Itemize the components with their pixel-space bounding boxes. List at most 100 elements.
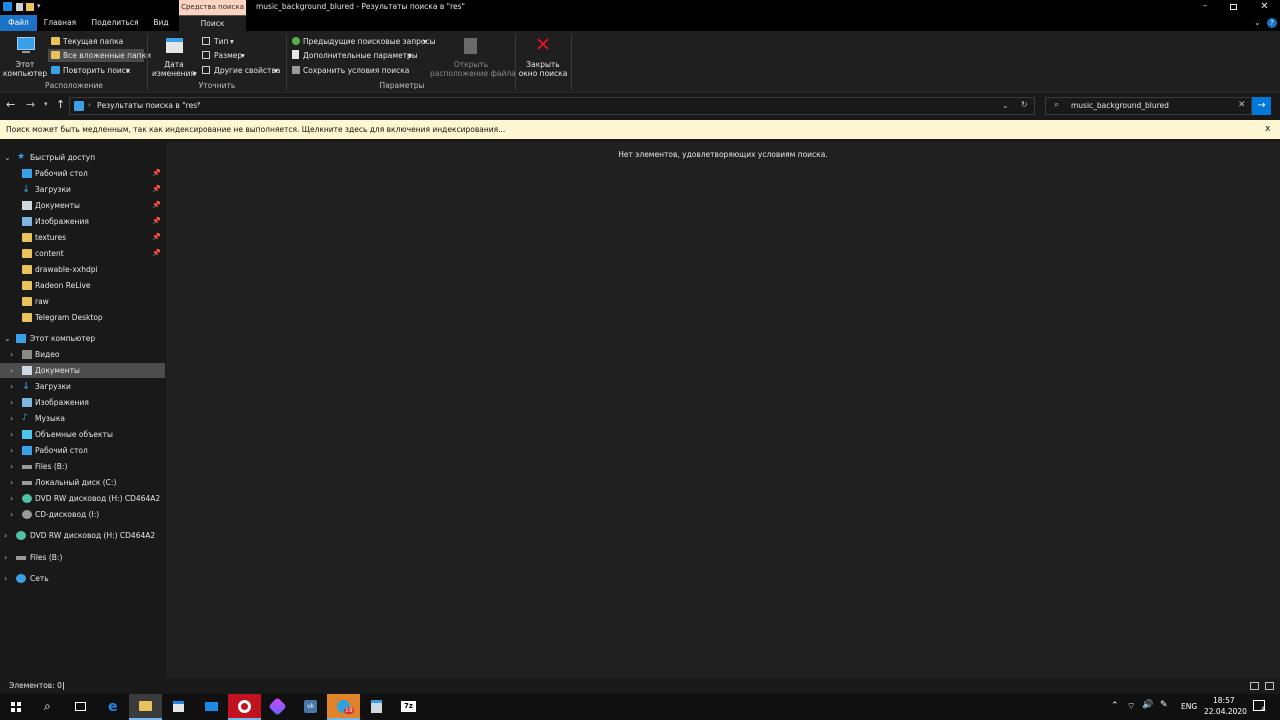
repeat-search-button[interactable]: Повторить поиск ▾ xyxy=(48,64,144,76)
vk-button[interactable]: vk xyxy=(294,694,327,720)
app-gem-button[interactable] xyxy=(261,694,294,720)
minimize-button[interactable]: – xyxy=(1190,0,1220,15)
nav-pc-files-b[interactable]: › Files (B:) xyxy=(0,459,165,474)
mail-button[interactable] xyxy=(195,694,228,720)
refresh-icon[interactable]: ↻ xyxy=(1021,100,1028,109)
tab-home[interactable]: Главная xyxy=(37,15,83,31)
tab-file[interactable]: Файл xyxy=(0,15,37,31)
indexing-info-bar[interactable]: Поиск может быть медленным, так как инде… xyxy=(0,120,1280,139)
expand-chevron-icon[interactable]: › xyxy=(10,411,13,426)
pin-icon[interactable]: 📌 xyxy=(152,182,161,197)
nav-quick-desktop[interactable]: Рабочий стол 📌 xyxy=(0,166,165,181)
help-icon[interactable]: ? xyxy=(1267,18,1277,28)
expand-chevron-icon[interactable]: › xyxy=(10,475,13,490)
search-input[interactable]: music_background_blured xyxy=(1071,101,1169,110)
forward-button[interactable]: → xyxy=(26,98,35,111)
explorer-app-icon[interactable] xyxy=(3,2,12,11)
nav-files-b[interactable]: › Files (B:) xyxy=(0,550,165,565)
quick-access-new-folder-icon[interactable] xyxy=(26,3,34,11)
tab-view[interactable]: Вид xyxy=(147,15,175,31)
quick-access-dropdown-icon[interactable]: ▾ xyxy=(37,2,41,10)
search-go-button[interactable]: → xyxy=(1252,97,1271,115)
nav-pc-cd-i[interactable]: › CD-дисковод (I:) xyxy=(0,507,165,522)
expand-chevron-icon[interactable]: › xyxy=(10,459,13,474)
close-window-button[interactable]: ✕ xyxy=(1249,0,1280,15)
start-button[interactable] xyxy=(0,694,33,720)
tab-search[interactable]: Поиск xyxy=(179,15,246,31)
advanced-options-button[interactable]: Дополнительные параметры ▾ xyxy=(289,49,419,61)
pin-icon[interactable]: 📌 xyxy=(152,198,161,213)
clear-search-icon[interactable]: ✕ xyxy=(1238,100,1246,110)
expand-chevron-icon[interactable]: › xyxy=(10,443,13,458)
nav-quick-content[interactable]: content 📌 xyxy=(0,246,165,261)
nav-pc-3d-objects[interactable]: › Объемные объекты xyxy=(0,427,165,442)
network-tray-icon[interactable]: ⌔ xyxy=(1127,701,1135,712)
indexing-info-text[interactable]: Поиск может быть медленным, так как инде… xyxy=(6,120,505,139)
nav-quick-drawable[interactable]: drawable-xxhdpi xyxy=(0,262,165,277)
all-subfolders-button[interactable]: Все вложенные папки xyxy=(48,49,151,62)
type-button[interactable]: Тип ▾ xyxy=(200,35,270,47)
nav-pc-local-c[interactable]: › Локальный диск (C:) xyxy=(0,475,165,490)
clock-date[interactable]: 22.04.2020 xyxy=(1204,707,1247,716)
breadcrumb-path[interactable]: Результаты поиска в "res" xyxy=(97,101,201,110)
store-button[interactable] xyxy=(162,694,195,720)
current-folder-button[interactable]: Текущая папка xyxy=(48,35,144,47)
expand-chevron-icon[interactable]: › xyxy=(4,550,7,565)
pin-icon[interactable]: 📌 xyxy=(152,214,161,229)
expand-chevron-icon[interactable]: ⌄ xyxy=(4,331,11,346)
nav-network[interactable]: › Сеть xyxy=(0,571,165,586)
date-modified-button[interactable]: Дата изменения ▾ xyxy=(150,35,198,79)
nav-pc-music[interactable]: › ♪ Музыка xyxy=(0,411,165,426)
tray-overflow-icon[interactable]: ⌃ xyxy=(1111,701,1119,711)
nav-quick-downloads[interactable]: ↓ Загрузки 📌 xyxy=(0,182,165,197)
maximize-button[interactable] xyxy=(1220,0,1248,15)
search-taskbar-button[interactable]: ⌕ xyxy=(33,694,66,720)
expand-chevron-icon[interactable]: › xyxy=(10,507,13,522)
nav-quick-access[interactable]: ⌄ ★ Быстрый доступ xyxy=(0,150,165,165)
back-button[interactable]: ← xyxy=(6,98,15,111)
other-properties-button[interactable]: Другие свойства ▾ xyxy=(200,64,284,76)
nav-quick-textures[interactable]: textures 📌 xyxy=(0,230,165,245)
search-field[interactable]: ⌕ music_background_blured ✕ xyxy=(1045,97,1252,115)
expand-chevron-icon[interactable]: › xyxy=(10,379,13,394)
nav-pc-dvd-h[interactable]: › DVD RW дисковод (H:) CD464A2 xyxy=(0,491,165,506)
address-dropdown-icon[interactable]: ⌄ xyxy=(1002,101,1009,110)
up-button[interactable]: ↑ xyxy=(56,98,65,111)
edge-button[interactable]: e xyxy=(98,694,131,720)
nav-pc-desktop[interactable]: › Рабочий стол xyxy=(0,443,165,458)
nav-this-pc[interactable]: ⌄ Этот компьютер xyxy=(0,331,165,346)
nav-pc-videos[interactable]: › Видео xyxy=(0,347,165,362)
pin-icon[interactable]: 📌 xyxy=(152,230,161,245)
nav-pc-documents[interactable]: › Документы xyxy=(0,363,165,378)
volume-tray-icon[interactable]: 🔊 xyxy=(1142,700,1153,710)
telegram-button[interactable]: 19 xyxy=(327,694,360,720)
explorer-taskbar-button[interactable] xyxy=(129,694,162,720)
quick-access-properties-icon[interactable] xyxy=(16,3,23,11)
this-pc-button[interactable]: Этот компьютер xyxy=(3,35,47,79)
nav-quick-telegram[interactable]: Telegram Desktop xyxy=(0,310,165,325)
task-view-button[interactable] xyxy=(64,694,97,720)
7zip-button[interactable]: 7z xyxy=(392,694,425,720)
keyboard-language[interactable]: ENG xyxy=(1181,702,1197,711)
opera-button[interactable] xyxy=(228,694,261,720)
nav-quick-pictures[interactable]: Изображения 📌 xyxy=(0,214,165,229)
tab-share[interactable]: Поделиться xyxy=(85,15,145,31)
notepad-button[interactable] xyxy=(360,694,393,720)
search-results-pane[interactable]: Нет элементов, удовлетворяющих условиям … xyxy=(166,142,1280,678)
expand-chevron-icon[interactable]: › xyxy=(4,571,7,586)
expand-chevron-icon[interactable]: › xyxy=(4,528,7,543)
large-icons-view-icon[interactable] xyxy=(1265,682,1274,690)
expand-chevron-icon[interactable]: › xyxy=(10,491,13,506)
nav-quick-documents[interactable]: Документы 📌 xyxy=(0,198,165,213)
infobar-close-button[interactable]: x xyxy=(1265,120,1270,139)
nav-quick-raw[interactable]: raw xyxy=(0,294,165,309)
expand-chevron-icon[interactable]: › xyxy=(10,427,13,442)
ribbon-collapse-icon[interactable]: ⌄ xyxy=(1254,18,1261,27)
expand-chevron-icon[interactable]: ⌄ xyxy=(4,150,11,165)
expand-chevron-icon[interactable]: › xyxy=(10,347,13,362)
pin-icon[interactable]: 📌 xyxy=(152,246,161,261)
expand-chevron-icon[interactable]: › xyxy=(10,395,13,410)
close-search-button[interactable]: ✕ Закрыть окно поиска xyxy=(518,35,568,79)
nav-dvd-h[interactable]: › DVD RW дисковод (H:) CD464A2 xyxy=(0,528,165,543)
pin-icon[interactable]: 📌 xyxy=(152,166,161,181)
